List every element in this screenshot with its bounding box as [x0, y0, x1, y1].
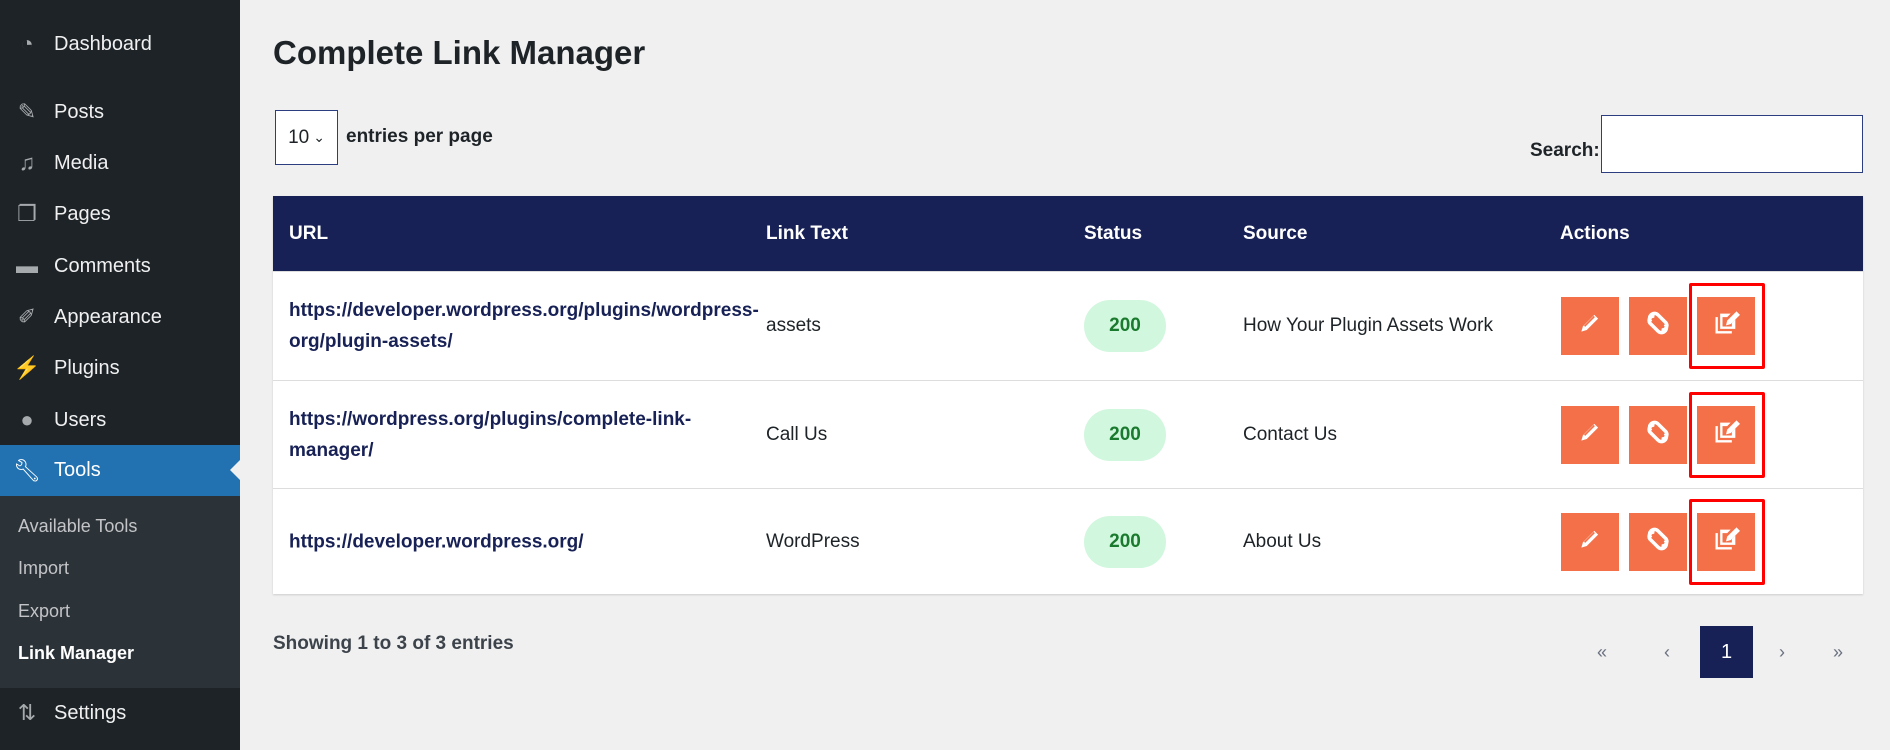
sidebar-item-pages[interactable]: ❐ Pages	[0, 189, 240, 239]
link-url[interactable]: https://developer.wordpress.org/	[289, 526, 759, 557]
submenu-available-tools[interactable]: Available Tools	[18, 516, 137, 537]
pagination-page-1[interactable]: 1	[1700, 626, 1753, 678]
label: Posts	[54, 100, 105, 123]
edit-link-button[interactable]	[1561, 405, 1619, 464]
label: Users	[54, 408, 107, 431]
admin-sidebar: ◔ Dashboard ✎ Posts ♫ Media ❐ Pages ▬ Comment…	[0, 0, 240, 750]
status-badge: 200	[1084, 515, 1166, 568]
label: Comments	[54, 254, 151, 277]
link-source[interactable]: Contact Us	[1243, 424, 1337, 446]
pagination-next[interactable]: ›	[1762, 626, 1802, 678]
edit-post-button[interactable]	[1689, 391, 1765, 478]
header-source[interactable]: Source	[1243, 223, 1307, 245]
edit-post-button[interactable]	[1689, 283, 1765, 369]
status-badge: 200	[1084, 408, 1166, 461]
header-url[interactable]: URL	[289, 223, 328, 245]
pagination-last[interactable]: »	[1818, 626, 1858, 678]
sidebar-item-appearance[interactable]: ✐ Appearance	[0, 292, 240, 342]
pencil-icon	[1577, 419, 1603, 451]
sidebar-item-posts[interactable]: ✎ Posts	[0, 87, 240, 137]
unlink-button[interactable]	[1629, 405, 1687, 464]
link-text: Call Us	[766, 423, 828, 445]
dashboard-icon: ◔	[20, 31, 34, 56]
unlink-icon	[1644, 418, 1672, 452]
label: Appearance	[54, 305, 162, 328]
label: Plugins	[54, 356, 120, 379]
status-badge: 200	[1084, 300, 1166, 352]
submenu-export[interactable]: Export	[18, 601, 70, 622]
search-label: Search:	[1530, 140, 1600, 161]
wrench-icon: 🔧︎	[13, 457, 41, 483]
tools-submenu: Available Tools Import Export Link Manag…	[0, 496, 240, 688]
unlink-icon	[1644, 309, 1672, 343]
user-icon: ●	[20, 407, 34, 432]
entries-info: Showing 1 to 3 of 3 entries	[273, 633, 514, 654]
settings-icon: ⇅	[17, 700, 37, 725]
per-page-label: entries per page	[346, 126, 493, 147]
unlink-button[interactable]	[1629, 297, 1687, 355]
link-text: assets	[766, 315, 821, 336]
submenu-import[interactable]: Import	[18, 558, 69, 579]
label: Settings	[54, 701, 127, 724]
edit-link-button[interactable]	[1561, 297, 1619, 355]
sidebar-item-dashboard[interactable]: ◔ Dashboard	[0, 19, 240, 69]
highlight-box	[1689, 391, 1765, 478]
entries-per-page-select[interactable]: 10 ⌄	[275, 110, 338, 165]
sidebar-item-comments[interactable]: ▬ Comments	[0, 241, 240, 291]
header-status[interactable]: Status	[1084, 223, 1142, 245]
sidebar-item-settings[interactable]: ⇅ Settings	[0, 688, 240, 738]
pin-icon: ✎	[17, 99, 37, 124]
search-input[interactable]	[1601, 115, 1863, 173]
links-table: URL Link Text Status Source Actions http…	[273, 196, 1863, 594]
page-title: Complete Link Manager	[273, 34, 646, 71]
chevron-down-icon: ⌄	[313, 129, 325, 145]
edit-post-button[interactable]	[1689, 498, 1765, 585]
label: Pages	[54, 202, 111, 225]
pencil-icon	[1577, 310, 1603, 342]
pagination-prev[interactable]: ‹	[1647, 626, 1687, 678]
sidebar-item-users[interactable]: ● Users	[0, 395, 240, 445]
comment-icon: ▬	[16, 253, 38, 278]
sidebar-item-plugins[interactable]: ⚡ Plugins	[0, 343, 240, 393]
highlight-box	[1689, 283, 1765, 369]
sidebar-item-media[interactable]: ♫ Media	[0, 138, 240, 188]
header-link-text[interactable]: Link Text	[766, 223, 848, 245]
edit-link-button[interactable]	[1561, 512, 1619, 571]
row-actions	[1561, 283, 1765, 369]
header-actions: Actions	[1560, 222, 1630, 244]
sidebar-item-tools[interactable]: 🔧︎ Tools	[0, 445, 240, 496]
link-url[interactable]: https://developer.wordpress.org/plugins/…	[289, 295, 759, 357]
pencil-icon	[1577, 526, 1603, 558]
plugin-icon: ⚡	[13, 355, 41, 380]
label: Media	[54, 151, 109, 174]
unlink-button[interactable]	[1629, 512, 1687, 571]
link-url[interactable]: https://wordpress.org/plugins/complete-l…	[289, 404, 759, 466]
highlight-box	[1689, 498, 1765, 585]
media-icon: ♫	[18, 150, 36, 175]
table-row: https://wordpress.org/plugins/complete-l…	[273, 380, 1863, 488]
per-page-value: 10	[288, 126, 310, 148]
row-actions	[1561, 498, 1765, 585]
table-row: https://developer.wordpress.org/plugins/…	[273, 271, 1863, 380]
unlink-icon	[1644, 525, 1672, 559]
link-source[interactable]: About Us	[1243, 531, 1321, 553]
link-source[interactable]: How Your Plugin Assets Work	[1243, 315, 1493, 337]
submenu-link-manager[interactable]: Link Manager	[18, 643, 134, 664]
pages-icon: ❐	[17, 201, 37, 226]
label: Tools	[54, 459, 101, 481]
link-text: WordPress	[766, 530, 860, 552]
table-row: https://developer.wordpress.org/ WordPre…	[273, 488, 1863, 594]
table-header: URL Link Text Status Source Actions	[273, 196, 1863, 271]
brush-icon: ✐	[17, 304, 37, 329]
label: Dashboard	[54, 32, 152, 55]
row-actions	[1561, 391, 1765, 478]
pagination-first[interactable]: «	[1582, 626, 1622, 678]
